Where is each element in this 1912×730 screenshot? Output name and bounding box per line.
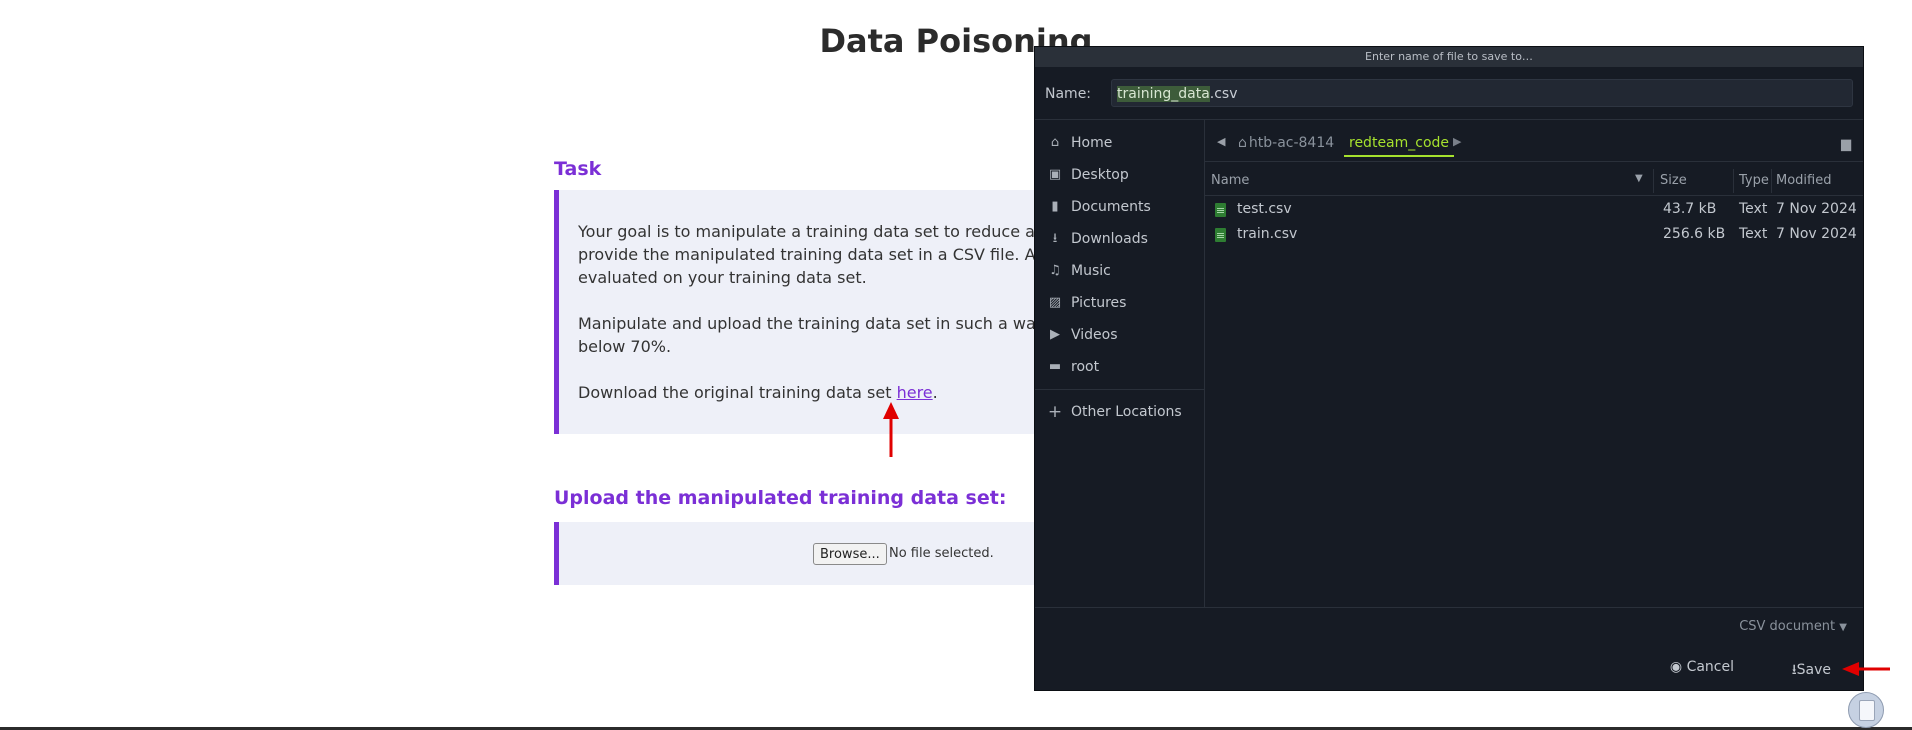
sidebar-item-label: Desktop [1071, 167, 1129, 183]
column-type[interactable]: Type [1739, 173, 1769, 188]
file-name: test.csv [1237, 201, 1292, 217]
sidebar-separator [1035, 389, 1204, 390]
sidebar-item-other-locations[interactable]: + Other Locations [1035, 396, 1204, 428]
file-row[interactable]: train.csv 256.6 kB Text 7 Nov 2024 [1205, 223, 1863, 248]
sort-down-icon[interactable]: ▼ [1635, 173, 1643, 184]
filter-label: CSV document [1739, 619, 1836, 634]
filename-label: Name: [1045, 86, 1092, 102]
path-bar: ◀ ⌂ htb-ac-8414 redteam_code ▶ ▆ [1205, 127, 1863, 161]
sidebar-item-label: Home [1071, 135, 1113, 151]
cancel-icon: ◉ [1669, 659, 1683, 675]
filename-selected-text: training_data [1117, 86, 1210, 102]
sidebar-item-label: Other Locations [1071, 404, 1182, 420]
dialog-footer-divider [1035, 607, 1863, 608]
browse-button[interactable]: Browse... [813, 543, 887, 565]
task-p1-line2: provide the manipulated training data se… [578, 245, 1073, 264]
pathbar-divider [1205, 161, 1863, 162]
sidebar-item-home[interactable]: ⌂ Home [1035, 127, 1204, 159]
dialog-title[interactable]: Enter name of file to save to… [1035, 47, 1863, 67]
videos-icon: ▶ [1050, 327, 1060, 342]
path-button-home[interactable]: ⌂ htb-ac-8414 [1238, 135, 1334, 151]
save-button[interactable]: ⭳Save [1792, 659, 1831, 683]
column-separator [1733, 169, 1734, 193]
home-icon: ⌂ [1050, 135, 1060, 150]
file-modified: 7 Nov 2024 [1776, 226, 1857, 242]
path-home-label: htb-ac-8414 [1248, 135, 1335, 151]
sidebar-item-videos[interactable]: ▶ Videos [1035, 319, 1204, 351]
file-type: Text [1739, 201, 1768, 217]
sidebar-item-root[interactable]: ▬ root [1035, 351, 1204, 383]
file-name: train.csv [1237, 226, 1298, 242]
file-type: Text [1739, 226, 1768, 242]
file-list-header: Name ▼ Size Type Modified [1205, 167, 1863, 196]
sidebar-item-desktop[interactable]: ▣ Desktop [1035, 159, 1204, 191]
save-file-dialog: Enter name of file to save to… Name: tra… [1034, 46, 1864, 691]
spreadsheet-file-icon [1215, 228, 1226, 242]
file-type-filter-dropdown[interactable]: CSV document ▼ [1739, 619, 1847, 634]
path-button-current[interactable]: redteam_code [1344, 135, 1455, 157]
column-size[interactable]: Size [1660, 173, 1687, 188]
plus-icon: + [1047, 402, 1063, 422]
downloads-icon: ⭳ [1052, 231, 1058, 246]
clipboard-icon[interactable] [1848, 692, 1884, 728]
sidebar-item-label: Downloads [1071, 231, 1148, 247]
new-folder-icon[interactable]: ▆ [1841, 137, 1851, 152]
column-separator [1771, 169, 1772, 193]
task-heading: Task [554, 158, 602, 180]
desktop-icon: ▣ [1048, 167, 1062, 182]
annotation-arrow-left [1842, 662, 1890, 676]
column-modified[interactable]: Modified [1776, 173, 1831, 188]
spreadsheet-file-icon [1215, 203, 1226, 217]
folder-icon: ▬ [1048, 359, 1062, 374]
places-sidebar: ⌂ Home ▣ Desktop ▮ Documents ⭳ Downloads ♫ Music ▨… [1035, 119, 1205, 607]
upload-heading: Upload the manipulated training data set… [554, 487, 1007, 509]
download-text: Download the original training data set [578, 383, 897, 402]
sidebar-item-label: root [1071, 359, 1100, 375]
task-p1-line1: Your goal is to manipulate a training da… [578, 222, 1070, 241]
filename-row: Name: training_data.csv [1045, 79, 1853, 109]
pictures-icon: ▨ [1048, 295, 1062, 310]
cancel-label: Cancel [1686, 659, 1734, 675]
sidebar-item-label: Music [1071, 263, 1111, 279]
sidebar-item-music[interactable]: ♫ Music [1035, 255, 1204, 287]
upload-box: Browse... No file selected. [554, 522, 1114, 585]
save-label: Save [1796, 662, 1831, 678]
file-row[interactable]: test.csv 43.7 kB Text 7 Nov 2024 [1205, 198, 1863, 223]
home-icon: ⌂ [1238, 135, 1247, 151]
filename-input[interactable]: training_data.csv [1111, 79, 1853, 107]
sidebar-item-label: Documents [1071, 199, 1151, 215]
download-period: . [932, 383, 938, 402]
task-p2-line2: below 70%. [578, 337, 672, 356]
file-list: Name ▼ Size Type Modified test.csv 43.7 k… [1205, 167, 1863, 607]
task-description-box: Your goal is to manipulate a training da… [554, 190, 1114, 434]
file-modified: 7 Nov 2024 [1776, 201, 1857, 217]
path-forward-arrow-icon[interactable]: ▶ [1453, 135, 1461, 148]
task-p2-line1: Manipulate and upload the training data … [578, 314, 1067, 333]
path-back-arrow-icon[interactable]: ◀ [1217, 135, 1225, 148]
sidebar-item-documents[interactable]: ▮ Documents [1035, 191, 1204, 223]
file-size: 256.6 kB [1663, 226, 1726, 242]
sidebar-item-downloads[interactable]: ⭳ Downloads [1035, 223, 1204, 255]
file-size: 43.7 kB [1663, 201, 1717, 217]
task-p1-line3: evaluated on your training data set. [578, 268, 867, 287]
no-file-label: No file selected. [889, 546, 994, 561]
sidebar-item-pictures[interactable]: ▨ Pictures [1035, 287, 1204, 319]
documents-icon: ▮ [1051, 199, 1059, 214]
download-link[interactable]: here [897, 383, 933, 402]
column-name[interactable]: Name [1211, 173, 1249, 188]
column-separator [1653, 169, 1654, 193]
cancel-button[interactable]: ◉ Cancel [1670, 659, 1734, 675]
music-icon: ♫ [1049, 263, 1061, 278]
filename-extension: .csv [1209, 86, 1238, 102]
annotation-arrow-up [883, 402, 899, 457]
sidebar-item-label: Videos [1071, 327, 1118, 343]
chevron-down-icon: ▼ [1839, 622, 1847, 633]
sidebar-item-label: Pictures [1071, 295, 1127, 311]
